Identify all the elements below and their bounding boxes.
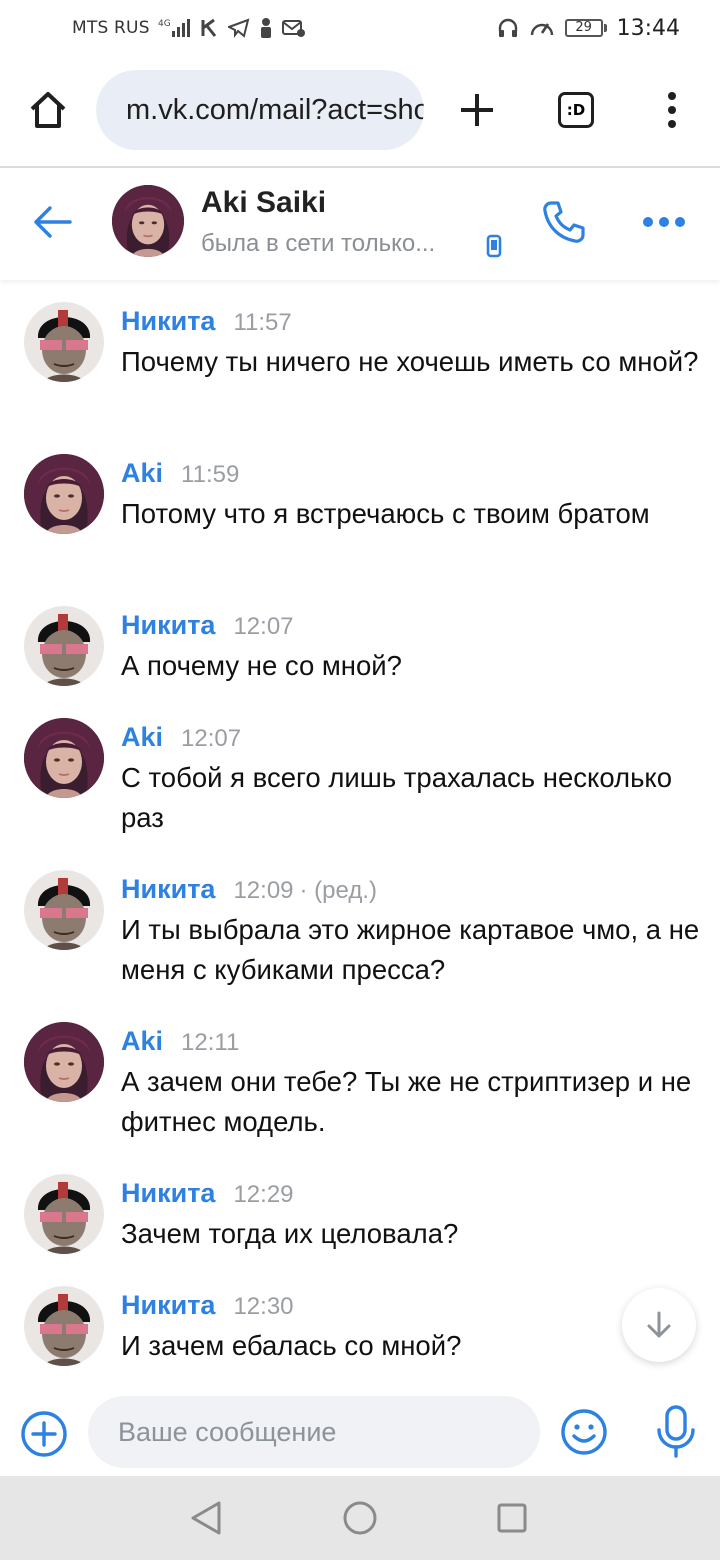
emoji-icon[interactable] [560, 1408, 608, 1456]
status-right: 29 13:44 [497, 16, 680, 41]
back-button[interactable] [28, 198, 76, 246]
message-time: 12:07 [233, 613, 294, 640]
kebab-menu-icon [668, 92, 676, 128]
contact-status: была в сети только... [201, 230, 436, 257]
sender-avatar[interactable] [24, 718, 104, 798]
triangle-back-icon [191, 1501, 221, 1535]
message-time: 12:07 [181, 725, 242, 752]
message-text: Почему ты ничего не хочешь иметь со мной… [121, 346, 699, 377]
contact-name[interactable]: Aki Saiki [201, 186, 326, 220]
more-options-button[interactable] [636, 204, 692, 240]
edited-label: · (ред.) [299, 877, 377, 904]
sender-avatar[interactable] [24, 454, 104, 534]
tabs-button[interactable]: :D [552, 82, 600, 138]
message-composer [0, 1390, 720, 1476]
nav-back-button[interactable] [186, 1498, 226, 1538]
message-meta: Никита 12:29 [121, 1178, 294, 1209]
battery-icon: 29 [564, 19, 607, 37]
message-text: С тобой я всего лишь трахалась несколько… [121, 762, 673, 833]
system-navigation-bar [0, 1476, 720, 1560]
message-time: 12:30 [233, 1293, 294, 1320]
carrier-label: MTS RUS [72, 18, 150, 38]
message-text: Зачем тогда их целовала? [121, 1218, 459, 1249]
message-author[interactable]: Никита [121, 610, 215, 641]
message-text: И зачем ебалась со мной? [121, 1330, 462, 1361]
new-tab-button[interactable] [452, 82, 502, 138]
contact-avatar[interactable] [112, 185, 184, 257]
arrow-down-icon [647, 1311, 671, 1338]
battery-level: 29 [564, 19, 603, 37]
status-left: MTS RUS 4G [72, 17, 306, 39]
message-meta: Никита 12:30 [121, 1290, 294, 1321]
message-author[interactable]: Aki [121, 458, 163, 489]
message-text: А почему не со мной? [121, 650, 402, 681]
phone-icon [543, 201, 585, 243]
speed-icon [529, 17, 555, 39]
tabs-count: :D [558, 92, 594, 128]
message-text: И ты выбрала это жирное картавое чмо, а … [121, 914, 700, 985]
message-meta: Никита 11:57 [121, 306, 292, 337]
headset-icon [497, 17, 519, 39]
message-author[interactable]: Никита [121, 306, 215, 337]
chat-header: Aki Saiki была в сети только... [0, 168, 720, 280]
message-meta: Никита 12:07 [121, 610, 294, 641]
sender-avatar[interactable] [24, 1286, 104, 1366]
notification-person-icon [258, 17, 274, 39]
message-author[interactable]: Никита [121, 1178, 215, 1209]
microphone-icon[interactable] [654, 1404, 698, 1460]
message-list[interactable]: Никита 11:57 Почему ты ничего не хочешь … [0, 280, 720, 1390]
url-text[interactable]: m.vk.com/mail?act=show [126, 94, 424, 127]
circle-home-icon [343, 1501, 377, 1535]
call-button[interactable] [538, 196, 590, 248]
plus-icon [461, 94, 493, 126]
message-text: Потому что я встречаюсь с твоим братом [121, 498, 650, 529]
message-meta: Aki 12:11 [121, 1026, 239, 1057]
message-time: 12:29 [233, 1181, 294, 1208]
sender-avatar[interactable] [24, 302, 104, 382]
message-time: 12:09 [233, 877, 294, 904]
sender-avatar[interactable] [24, 1022, 104, 1102]
browser-menu-button[interactable] [652, 82, 692, 138]
sender-avatar[interactable] [24, 606, 104, 686]
message-text: А зачем они тебе? Ты же не стриптизер и … [121, 1066, 692, 1137]
message-time: 12:11 [181, 1029, 240, 1056]
message-time: 11:57 [233, 309, 292, 336]
clock: 13:44 [616, 15, 680, 41]
message-author[interactable]: Aki [121, 1026, 163, 1057]
sender-avatar[interactable] [24, 1174, 104, 1254]
message-meta: Никита 12:09 · (ред.) [121, 874, 377, 905]
square-recents-icon [497, 1503, 527, 1533]
message-time: 11:59 [181, 461, 240, 488]
vk-app-icon [200, 18, 220, 38]
message-meta: Aki 12:07 [121, 722, 241, 753]
message-author[interactable]: Aki [121, 722, 163, 753]
back-arrow-icon [34, 206, 72, 238]
status-bar: MTS RUS 4G 29 13:44 [0, 0, 720, 56]
more-dot [675, 217, 685, 227]
home-button[interactable] [22, 80, 74, 140]
telegram-icon [227, 18, 250, 38]
sender-avatar[interactable] [24, 870, 104, 950]
more-dot [659, 217, 669, 227]
scroll-to-bottom-button[interactable] [622, 1288, 696, 1362]
nav-home-button[interactable] [340, 1498, 380, 1538]
attach-plus-icon[interactable] [20, 1410, 68, 1458]
network-type: 4G [158, 19, 171, 29]
home-icon [30, 92, 66, 128]
message-meta: Aki 11:59 [121, 458, 239, 489]
mobile-device-icon [486, 234, 502, 258]
more-dot [643, 217, 653, 227]
address-bar[interactable]: m.vk.com/mail?act=show [96, 70, 424, 150]
signal-icon: 4G [158, 17, 192, 39]
message-author[interactable]: Никита [121, 874, 215, 905]
mail-settings-icon [281, 18, 306, 38]
message-author[interactable]: Никита [121, 1290, 215, 1321]
message-input[interactable] [88, 1396, 540, 1468]
nav-recents-button[interactable] [492, 1498, 532, 1538]
browser-toolbar: m.vk.com/mail?act=show :D [0, 56, 720, 166]
